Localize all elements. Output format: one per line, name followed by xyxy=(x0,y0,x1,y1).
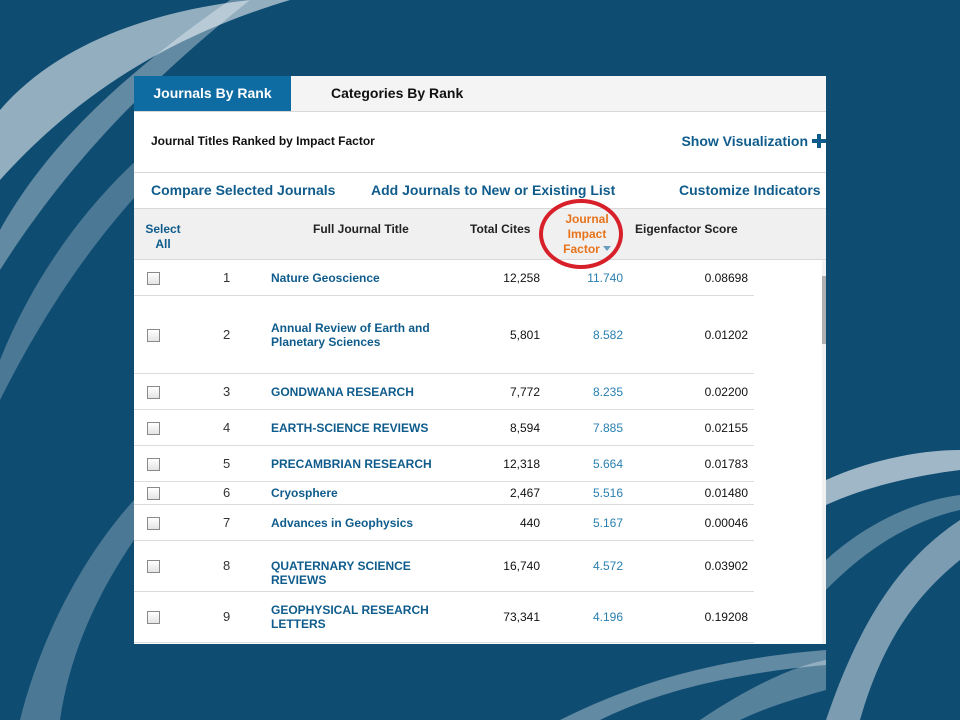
table-row: 2 Annual Review of Earth and Planetary S… xyxy=(134,296,754,374)
row-impact-factor-link[interactable]: 4.196 xyxy=(554,610,623,624)
row-rank: 1 xyxy=(223,270,231,285)
table-row: 1 Nature Geoscience 12,258 11.740 0.0869… xyxy=(134,260,754,296)
table-row: 5 PRECAMBRIAN RESEARCH 12,318 5.664 0.01… xyxy=(134,446,754,482)
select-all-link[interactable]: Select All xyxy=(145,222,181,252)
row-impact-factor-link[interactable]: 5.664 xyxy=(554,457,623,471)
tab-journals-by-rank[interactable]: Journals By Rank xyxy=(134,76,291,111)
row-checkbox[interactable] xyxy=(147,422,160,435)
row-eigenfactor: 0.01202 xyxy=(704,328,748,342)
show-visualization-label: Show Visualization xyxy=(681,133,808,149)
customize-indicators-link[interactable]: Customize Indicators xyxy=(679,173,821,208)
row-journal-title-link[interactable]: GONDWANA RESEARCH xyxy=(271,385,466,399)
row-impact-factor-link[interactable]: 8.582 xyxy=(554,328,623,342)
column-total-cites[interactable]: Total Cites xyxy=(470,222,530,236)
row-total-cites: 16,740 xyxy=(503,559,540,573)
action-bar: Compare Selected Journals Add Journals t… xyxy=(134,173,826,209)
column-eigenfactor-score[interactable]: Eigenfactor Score xyxy=(635,222,738,236)
row-total-cites: 12,258 xyxy=(503,271,540,285)
row-impact-factor-link[interactable]: 11.740 xyxy=(554,271,623,285)
row-journal-title-link[interactable]: QUATERNARY SCIENCE REVIEWS xyxy=(271,559,466,587)
tab-categories-by-rank[interactable]: Categories By Rank xyxy=(331,76,463,111)
row-eigenfactor: 0.08698 xyxy=(704,271,748,285)
row-total-cites: 440 xyxy=(519,516,540,530)
row-checkbox[interactable] xyxy=(147,611,160,624)
row-eigenfactor: 0.01480 xyxy=(704,486,748,500)
row-eigenfactor: 0.02200 xyxy=(704,385,748,399)
table-row: 8 QUATERNARY SCIENCE REVIEWS 16,740 4.57… xyxy=(134,541,754,592)
row-journal-title-link[interactable]: Annual Review of Earth and Planetary Sci… xyxy=(271,321,466,349)
row-journal-title-link[interactable]: GEOPHYSICAL RESEARCH LETTERS xyxy=(271,603,466,631)
journal-rows: 1 Nature Geoscience 12,258 11.740 0.0869… xyxy=(134,260,754,643)
scrollbar-thumb[interactable] xyxy=(822,276,826,344)
row-rank: 8 xyxy=(223,558,231,573)
row-total-cites: 7,772 xyxy=(509,385,540,399)
select-all-line2: All xyxy=(155,237,171,251)
table-row: 6 Cryosphere 2,467 5.516 0.01480 xyxy=(134,482,754,505)
table-header: Select All Full Journal Title Total Cite… xyxy=(134,209,826,260)
row-journal-title-link[interactable]: PRECAMBRIAN RESEARCH xyxy=(271,457,466,471)
row-rank: 7 xyxy=(223,515,231,530)
row-rank: 2 xyxy=(223,327,231,342)
table-row: 9 GEOPHYSICAL RESEARCH LETTERS 73,341 4.… xyxy=(134,592,754,643)
column-full-journal-title[interactable]: Full Journal Title xyxy=(313,222,409,236)
row-eigenfactor: 0.02155 xyxy=(704,421,748,435)
plus-icon xyxy=(812,134,826,148)
subtitle-bar: Journal Titles Ranked by Impact Factor S… xyxy=(134,112,826,173)
row-checkbox[interactable] xyxy=(147,517,160,530)
row-checkbox[interactable] xyxy=(147,329,160,342)
compare-selected-journals-link[interactable]: Compare Selected Journals xyxy=(151,173,335,208)
row-eigenfactor: 0.19208 xyxy=(704,610,748,624)
row-eigenfactor: 0.03902 xyxy=(704,559,748,573)
show-visualization-button[interactable]: Show Visualization xyxy=(681,133,826,149)
journal-rank-panel: Journals By Rank Categories By Rank Jour… xyxy=(134,76,826,644)
row-rank: 6 xyxy=(223,485,231,500)
row-total-cites: 5,801 xyxy=(509,328,540,342)
row-checkbox[interactable] xyxy=(147,386,160,399)
table-row: 4 EARTH-SCIENCE REVIEWS 8,594 7.885 0.02… xyxy=(134,410,754,446)
row-journal-title-link[interactable]: EARTH-SCIENCE REVIEWS xyxy=(271,421,466,435)
row-journal-title-link[interactable]: Advances in Geophysics xyxy=(271,516,466,530)
row-eigenfactor: 0.01783 xyxy=(704,457,748,471)
select-all-line1: Select xyxy=(145,222,181,236)
tab-bar: Journals By Rank Categories By Rank xyxy=(134,76,826,112)
row-impact-factor-link[interactable]: 4.572 xyxy=(554,559,623,573)
row-total-cites: 12,318 xyxy=(503,457,540,471)
row-rank: 3 xyxy=(223,384,231,399)
row-total-cites: 2,467 xyxy=(509,486,540,500)
row-rank: 9 xyxy=(223,609,231,624)
row-checkbox[interactable] xyxy=(147,272,160,285)
row-journal-title-link[interactable]: Cryosphere xyxy=(271,486,466,500)
row-rank: 4 xyxy=(223,420,231,435)
row-total-cites: 8,594 xyxy=(509,421,540,435)
row-impact-factor-link[interactable]: 5.516 xyxy=(554,486,623,500)
row-impact-factor-link[interactable]: 5.167 xyxy=(554,516,623,530)
row-eigenfactor: 0.00046 xyxy=(704,516,748,530)
row-total-cites: 73,341 xyxy=(503,610,540,624)
row-rank: 5 xyxy=(223,456,231,471)
highlight-circle-annotation xyxy=(539,199,623,269)
page-subtitle: Journal Titles Ranked by Impact Factor xyxy=(151,134,375,148)
row-checkbox[interactable] xyxy=(147,458,160,471)
row-impact-factor-link[interactable]: 7.885 xyxy=(554,421,623,435)
row-checkbox[interactable] xyxy=(147,560,160,573)
row-impact-factor-link[interactable]: 8.235 xyxy=(554,385,623,399)
table-row: 7 Advances in Geophysics 440 5.167 0.000… xyxy=(134,505,754,541)
row-journal-title-link[interactable]: Nature Geoscience xyxy=(271,271,466,285)
row-checkbox[interactable] xyxy=(147,487,160,500)
table-row: 3 GONDWANA RESEARCH 7,772 8.235 0.02200 xyxy=(134,374,754,410)
